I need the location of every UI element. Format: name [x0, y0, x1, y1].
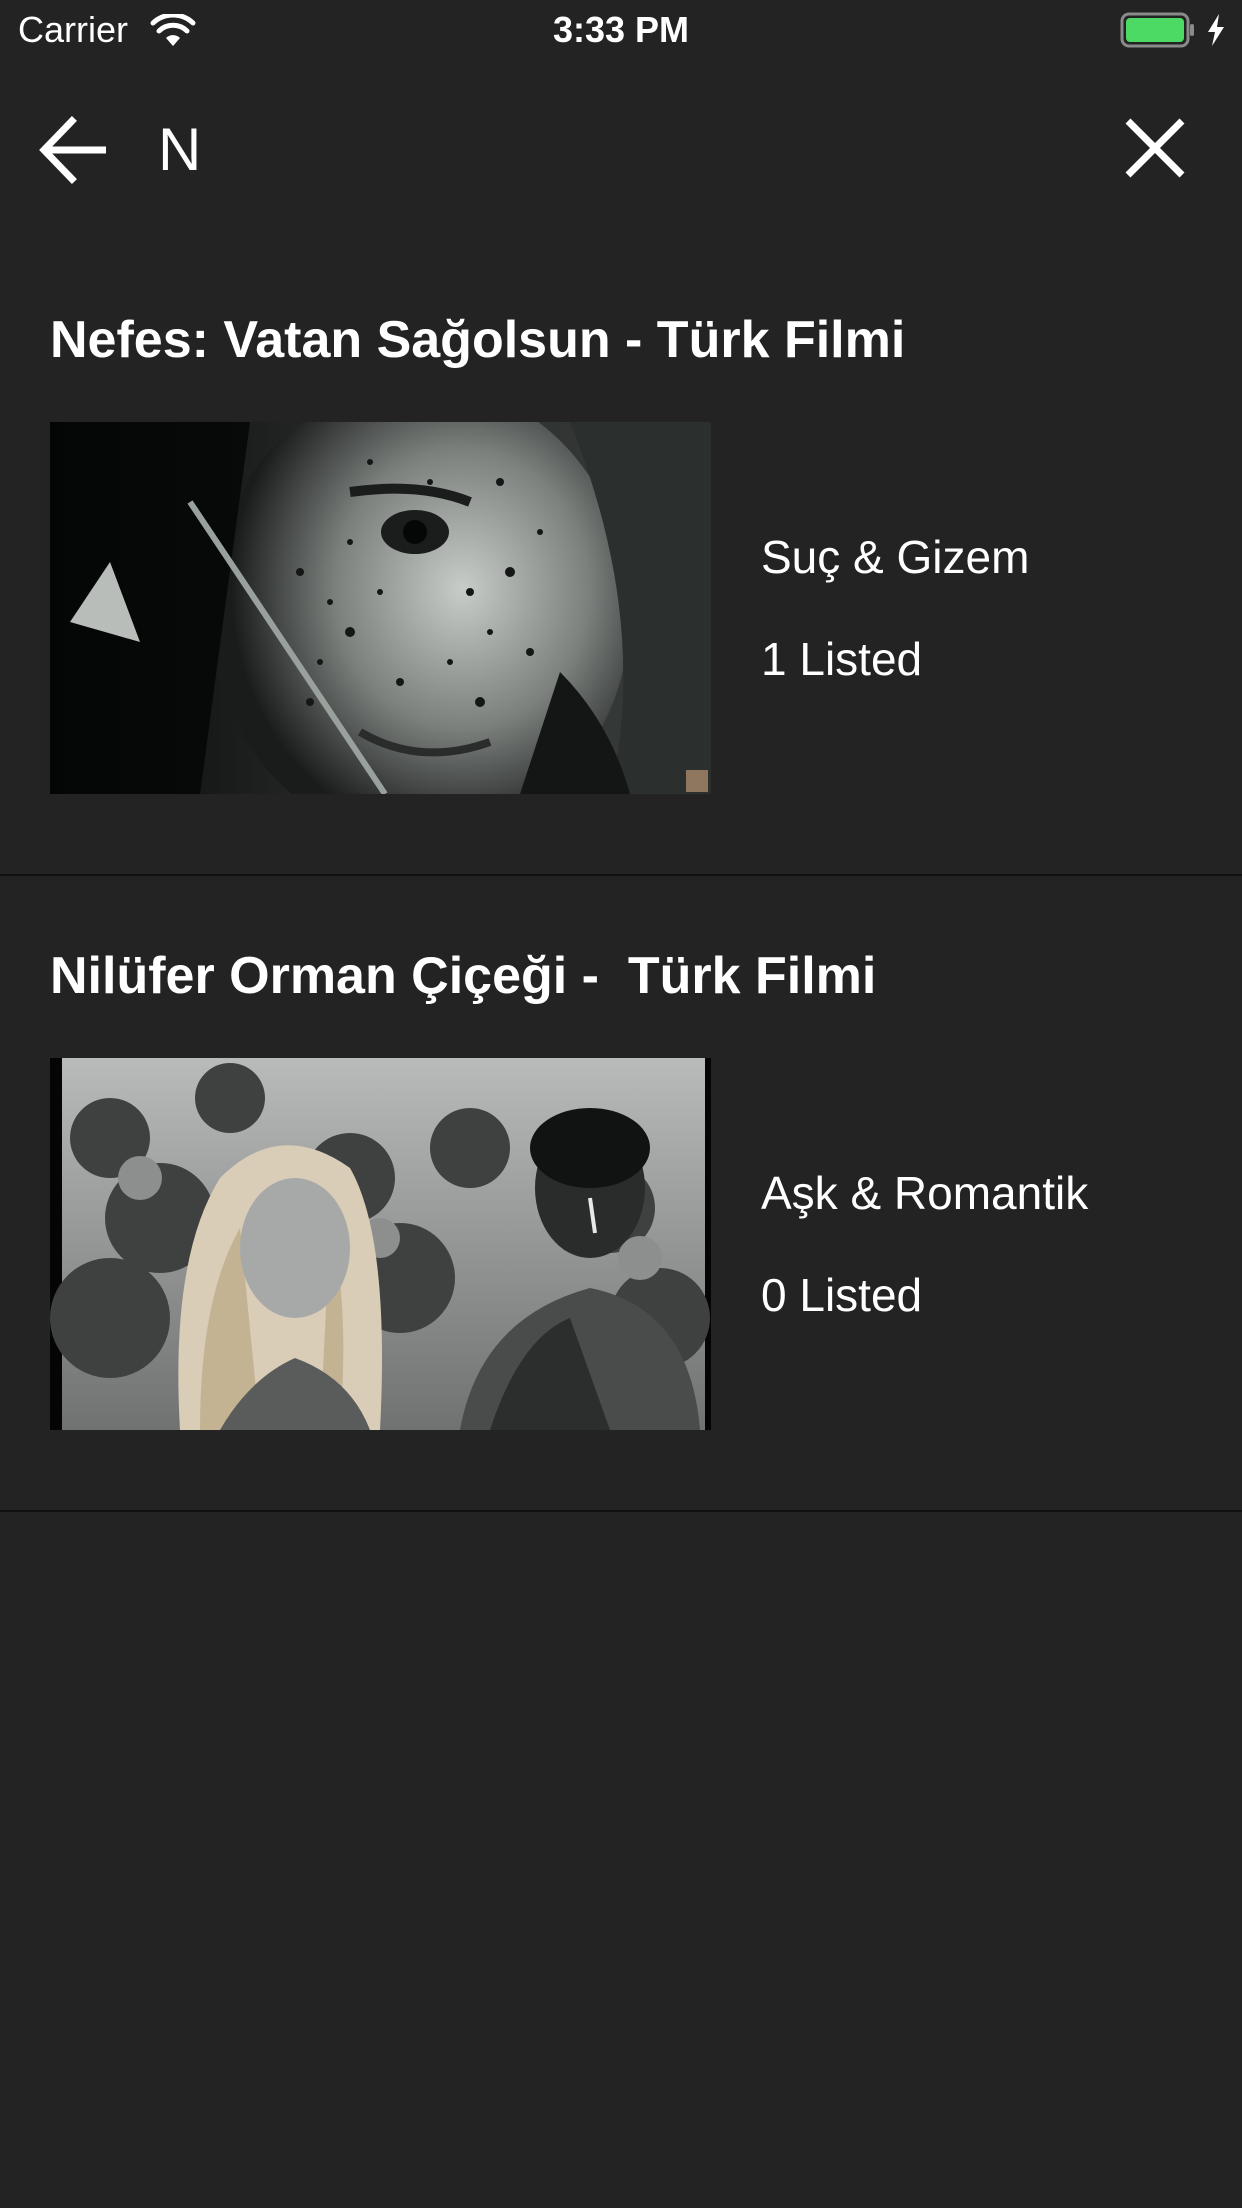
thumbnail-image — [50, 1058, 711, 1430]
result-title: Nilüfer Orman Çiçeği - Türk Filmi — [50, 947, 877, 1005]
result-genre: Suç & Gizem — [761, 531, 1030, 583]
result-thumbnail[interactable] — [50, 1058, 711, 1430]
thumbnail-image — [50, 422, 711, 794]
result-thumbnail[interactable] — [50, 422, 711, 794]
battery-icon — [1120, 12, 1194, 48]
search-input[interactable] — [158, 115, 1058, 185]
result-genre: Aşk & Romantik — [761, 1167, 1089, 1219]
charging-icon — [1208, 14, 1224, 46]
result-listed-count: 0 Listed — [761, 1269, 923, 1321]
result-row[interactable]: Nilüfer Orman Çiçeği - Türk Filmi Aşk & … — [0, 876, 1242, 1512]
result-row[interactable]: Nefes: Vatan Sağolsun - Türk Filmi Suç &… — [0, 240, 1242, 876]
search-header — [0, 60, 1242, 240]
result-listed-count: 1 Listed — [761, 633, 923, 685]
status-bar: Carrier 3:33 PM — [0, 0, 1242, 60]
close-icon[interactable] — [1122, 115, 1188, 181]
status-time: 3:33 PM — [552, 9, 690, 50]
result-title: Nefes: Vatan Sağolsun - Türk Filmi — [50, 311, 906, 369]
arrow-left-icon[interactable] — [36, 115, 110, 185]
search-results-list: Nefes: Vatan Sağolsun - Türk Filmi Suç &… — [0, 240, 1242, 1512]
